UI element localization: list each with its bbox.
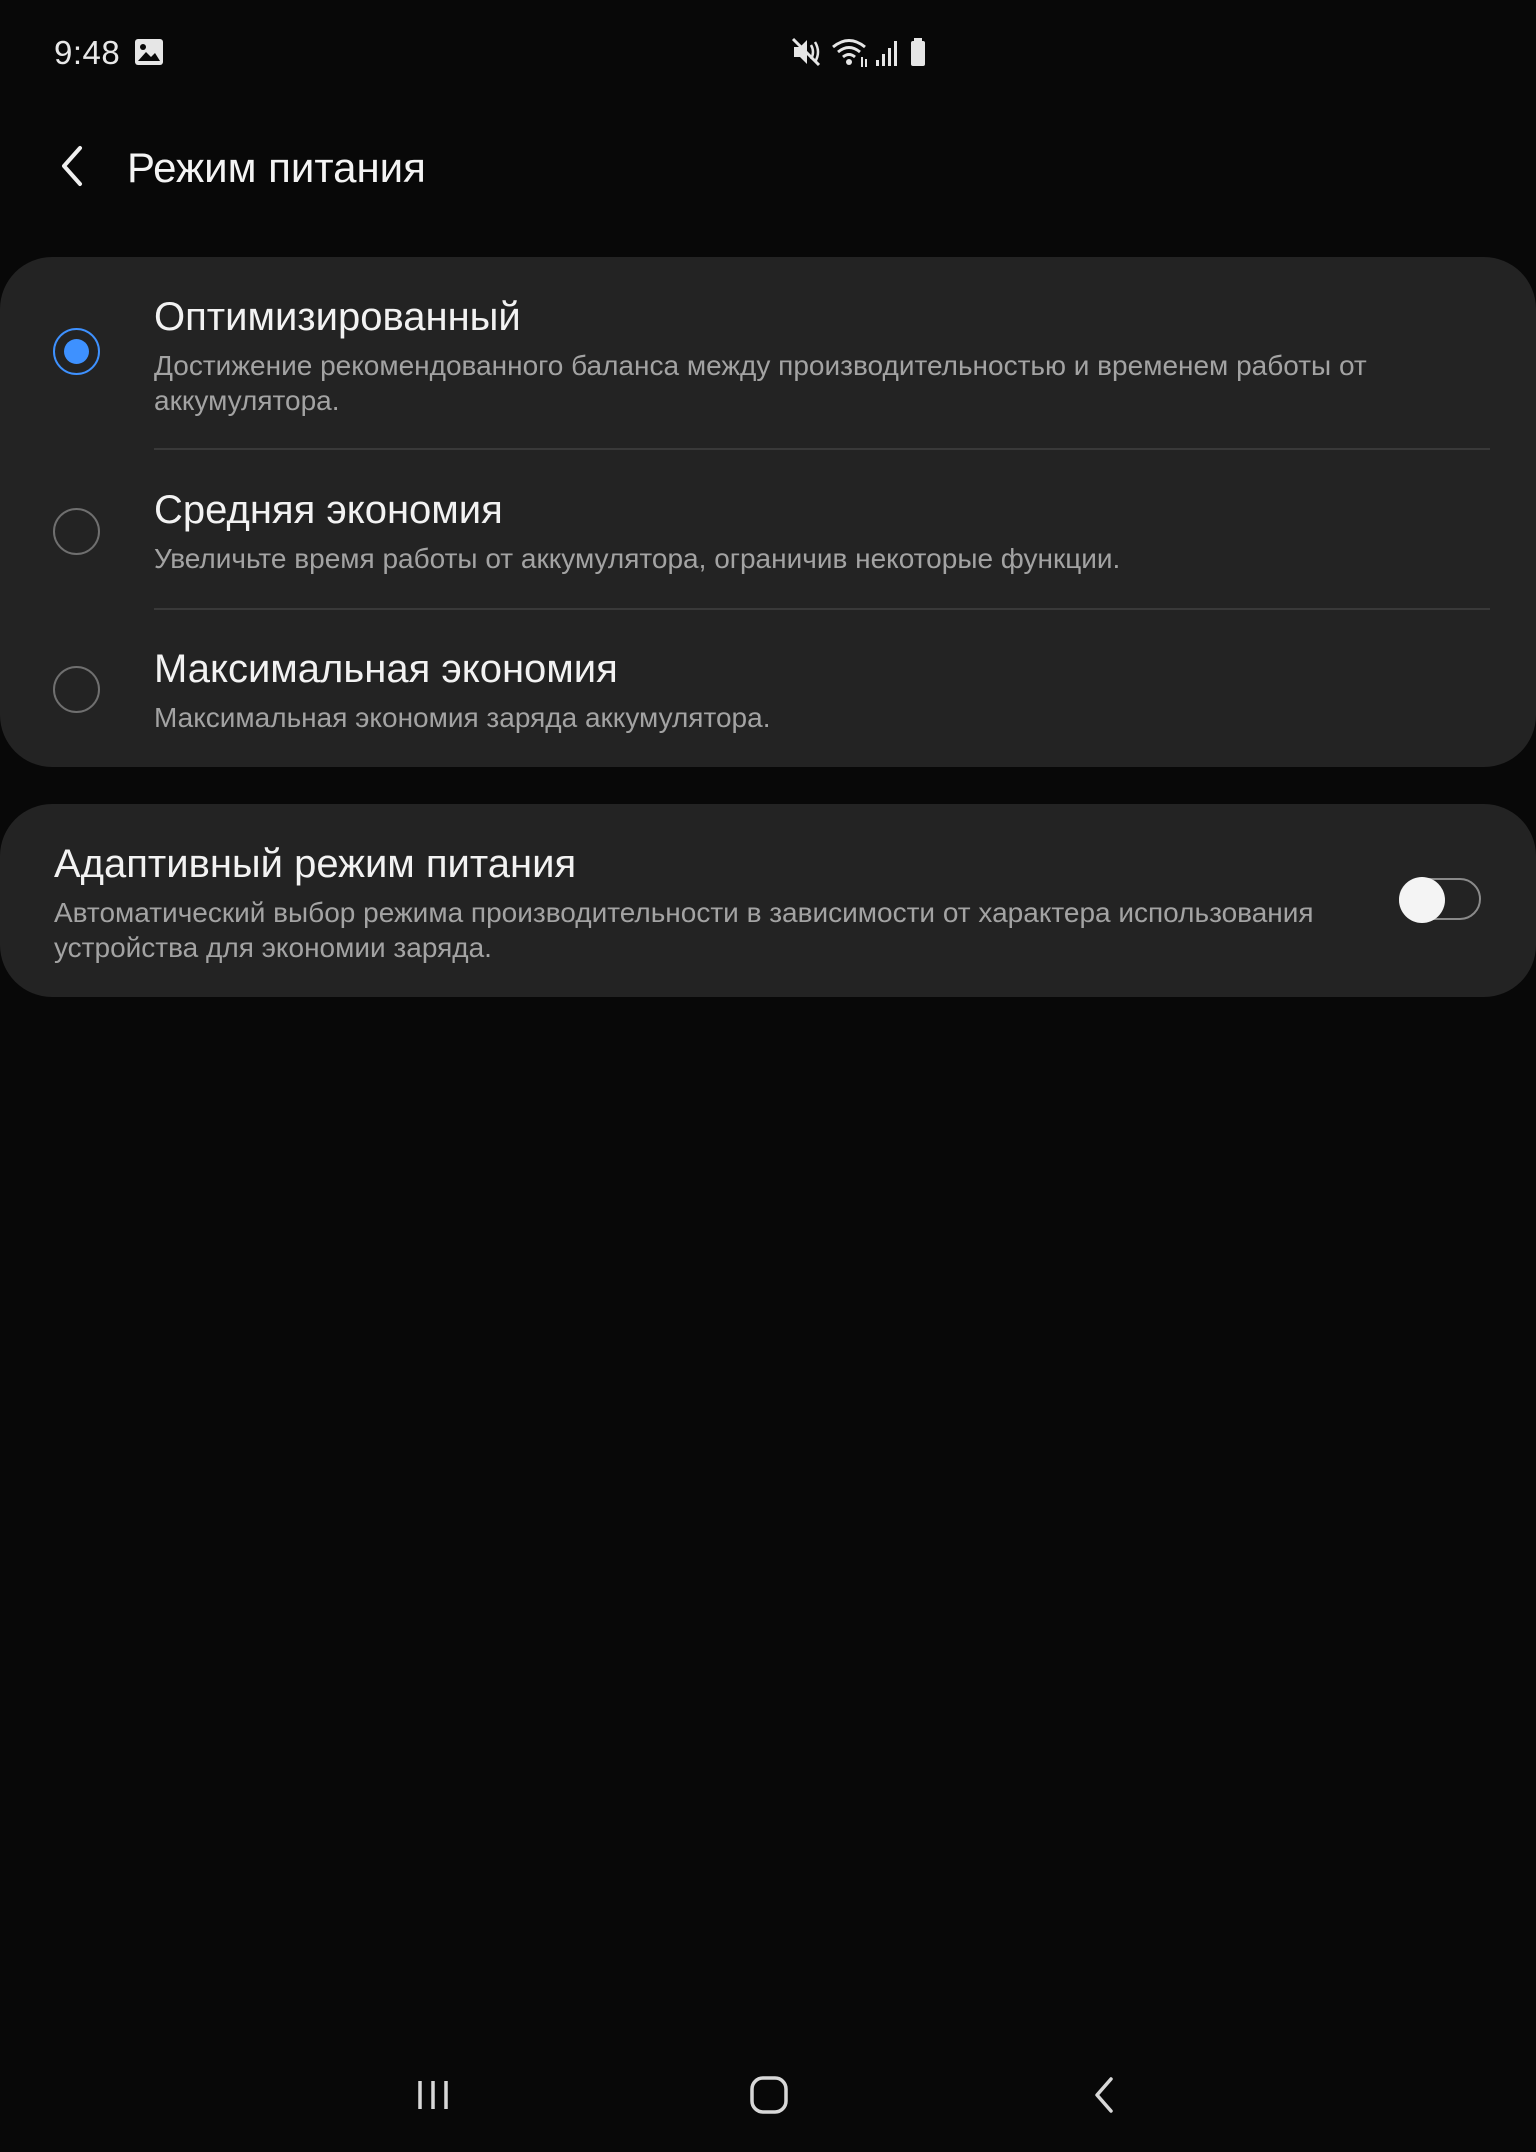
status-time: 9:48	[54, 34, 121, 71]
signal-icon	[874, 35, 902, 69]
battery-icon	[908, 35, 928, 69]
power-mode-description: Достижение рекомендованного баланса межд…	[154, 350, 1367, 416]
power-mode-title: Средняя экономия	[154, 488, 503, 532]
toggle-thumb	[1399, 877, 1445, 923]
home-button[interactable]	[729, 2062, 809, 2132]
power-mode-title: Оптимизированный	[154, 295, 521, 339]
power-mode-description: Максимальная экономия заряда аккумулятор…	[154, 702, 771, 733]
power-mode-card: Оптимизированный Достижение рекомендован…	[0, 257, 1536, 767]
mute-icon	[790, 35, 824, 69]
adaptive-mode-description: Автоматический выбор режима производител…	[54, 897, 1314, 963]
gallery-icon	[134, 38, 164, 66]
nav-back-button[interactable]	[1064, 2062, 1144, 2132]
power-mode-option-medium[interactable]: Средняя экономия Увеличьте время работы …	[0, 449, 1536, 609]
recents-button[interactable]	[393, 2062, 473, 2132]
chevron-left-icon	[56, 144, 88, 193]
adaptive-mode-title: Адаптивный режим питания	[54, 842, 577, 886]
power-mode-option-maximum[interactable]: Максимальная экономия Максимальная эконо…	[0, 609, 1536, 767]
adaptive-mode-card[interactable]: Адаптивный режим питания Автоматический …	[0, 804, 1536, 997]
recents-icon	[413, 2075, 453, 2120]
page-title: Режим питания	[127, 144, 426, 191]
power-mode-option-optimized[interactable]: Оптимизированный Достижение рекомендован…	[0, 257, 1536, 449]
adaptive-mode-toggle[interactable]	[1399, 877, 1483, 923]
status-icons	[790, 32, 928, 72]
navigation-bar	[0, 2040, 1536, 2152]
back-icon	[1089, 2075, 1119, 2120]
back-button[interactable]	[44, 140, 100, 196]
radio-button[interactable]	[53, 328, 100, 375]
radio-button[interactable]	[53, 508, 100, 555]
app-bar: Режим питания	[0, 110, 1536, 230]
power-mode-description: Увеличьте время работы от аккумулятора, …	[154, 543, 1121, 574]
radio-button[interactable]	[53, 666, 100, 713]
power-mode-title: Максимальная экономия	[154, 647, 618, 691]
status-bar: 9:48	[0, 0, 1536, 104]
home-icon	[748, 2074, 790, 2121]
wifi-icon	[830, 35, 868, 69]
